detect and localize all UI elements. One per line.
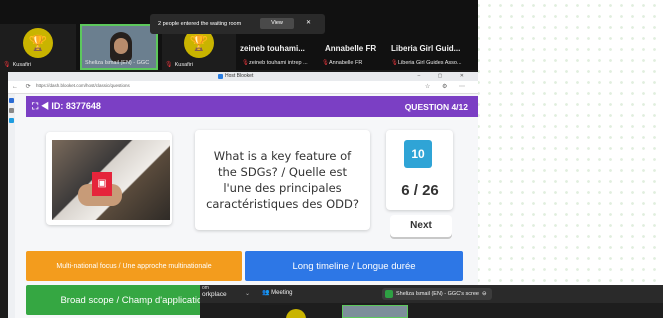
nav-arrows-icon[interactable]: ← ⟳	[12, 83, 34, 90]
answer-option-1[interactable]: Multi-national focus / Une approche mult…	[26, 251, 242, 281]
answer-option-2[interactable]: Long timeline / Longue durée	[245, 251, 463, 281]
answered-count: 6 / 26	[401, 182, 439, 199]
timer-badge: 10	[404, 140, 432, 168]
address-bar[interactable]: ← ⟳ https://dash.blooket.com/host/classi…	[8, 81, 478, 94]
participant-big-name[interactable]: Annabelle FR	[325, 44, 376, 53]
fullscreen-icon[interactable]: ⛶	[32, 101, 38, 111]
close-icon[interactable]: ✕	[306, 19, 311, 26]
sidebar-app-icon[interactable]	[9, 98, 14, 103]
participant-strip: 🏆 🎙 Kusafiri Sheliza Ismail (EN) - GGC 🏆 …	[0, 0, 478, 70]
participant-tile-active-speaker[interactable]	[342, 305, 408, 318]
participant-name: Sheliza Ismail (EN) - GGC	[85, 60, 150, 66]
question-card: What is a key feature of the SDGs? / Que…	[195, 130, 370, 230]
chevron-down-icon[interactable]: ⌄	[245, 290, 250, 297]
browser-tabbar: Host Blooket – ▢ ✕	[8, 72, 478, 81]
browser-toolbar-icons[interactable]: ☆ ⚙ ⋯	[425, 83, 470, 90]
view-button[interactable]: View	[260, 18, 294, 29]
participant-big-name[interactable]: Liberia Girl Guid...	[391, 44, 460, 53]
window-controls[interactable]: – ▢ ✕	[418, 73, 472, 79]
mic-muted-icon: 🎙	[322, 60, 329, 66]
blooket-favicon-icon	[218, 73, 223, 79]
video-face	[114, 38, 128, 54]
mic-muted-icon: 🎙	[3, 62, 11, 68]
titlebar-text: orkplace	[202, 291, 227, 298]
url-text[interactable]: https://dash.blooket.com/host/classic/qu…	[36, 83, 130, 88]
sdg-card-icon: ▣	[92, 172, 112, 196]
participant-sub-name: zeineb touhami intrep ...	[248, 60, 308, 66]
browser-tab[interactable]: Host Blooket	[218, 73, 253, 79]
second-zoom-window: om orkplace ⌄ 👥 Meeting Sheliza Ismail (…	[200, 285, 663, 318]
screen-share-indicator[interactable]: Sheliza Ismail (EN) - GGC's scree ⊖	[382, 288, 492, 300]
participant-tile-active-speaker[interactable]: Sheliza Ismail (EN) - GGC	[80, 24, 158, 70]
question-counter: QUESTION 4/12	[404, 102, 468, 112]
participant-sub-name: Liberia Girl Guides Asso...	[397, 60, 462, 66]
sidebar-app-icon[interactable]	[9, 118, 14, 123]
mic-muted-icon: 🎙	[165, 62, 173, 68]
next-button[interactable]: Next	[390, 215, 452, 237]
participant-name: Kusafiri	[12, 62, 31, 68]
waiting-room-toast: 2 people entered the waiting room View ✕	[150, 14, 325, 34]
participant-tile[interactable]: 🏆 🎙 Kusafiri	[0, 24, 76, 70]
sound-icon[interactable]: ◀	[41, 101, 49, 111]
question-photo: ▣	[52, 140, 170, 220]
participant-name: Kusafiri	[174, 62, 193, 68]
window-titlebar: om orkplace ⌄ 👥 Meeting Sheliza Ismail (…	[200, 285, 663, 303]
tab-title: Host Blooket	[225, 73, 254, 79]
trophy-avatar-icon: 🏆	[23, 28, 53, 58]
game-id: ID: 8377648	[51, 101, 101, 111]
meeting-label: Meeting	[271, 290, 293, 296]
browser-sidebar	[8, 94, 15, 318]
meeting-icon: 👥	[262, 290, 270, 296]
share-screen-icon	[385, 290, 393, 298]
game-header: ⛶ ◀ ID: 8377648 QUESTION 4/12	[26, 96, 478, 117]
participant-big-name[interactable]: zeineb touhami...	[240, 44, 305, 53]
mic-muted-icon: 🎙	[242, 60, 249, 66]
mic-muted-icon: 🎙	[391, 60, 398, 66]
trophy-avatar-icon	[286, 309, 306, 318]
participant-tile[interactable]	[260, 305, 306, 318]
decorative-pattern	[473, 0, 663, 318]
sidebar-app-icon[interactable]	[9, 108, 14, 113]
participant-sub-name: Annabelle FR	[328, 60, 363, 66]
options-icon[interactable]: ⊖	[482, 288, 487, 300]
toast-message: 2 people entered the waiting room	[158, 21, 242, 27]
share-label: Sheliza Ismail (EN) - GGC's scree	[396, 291, 479, 297]
